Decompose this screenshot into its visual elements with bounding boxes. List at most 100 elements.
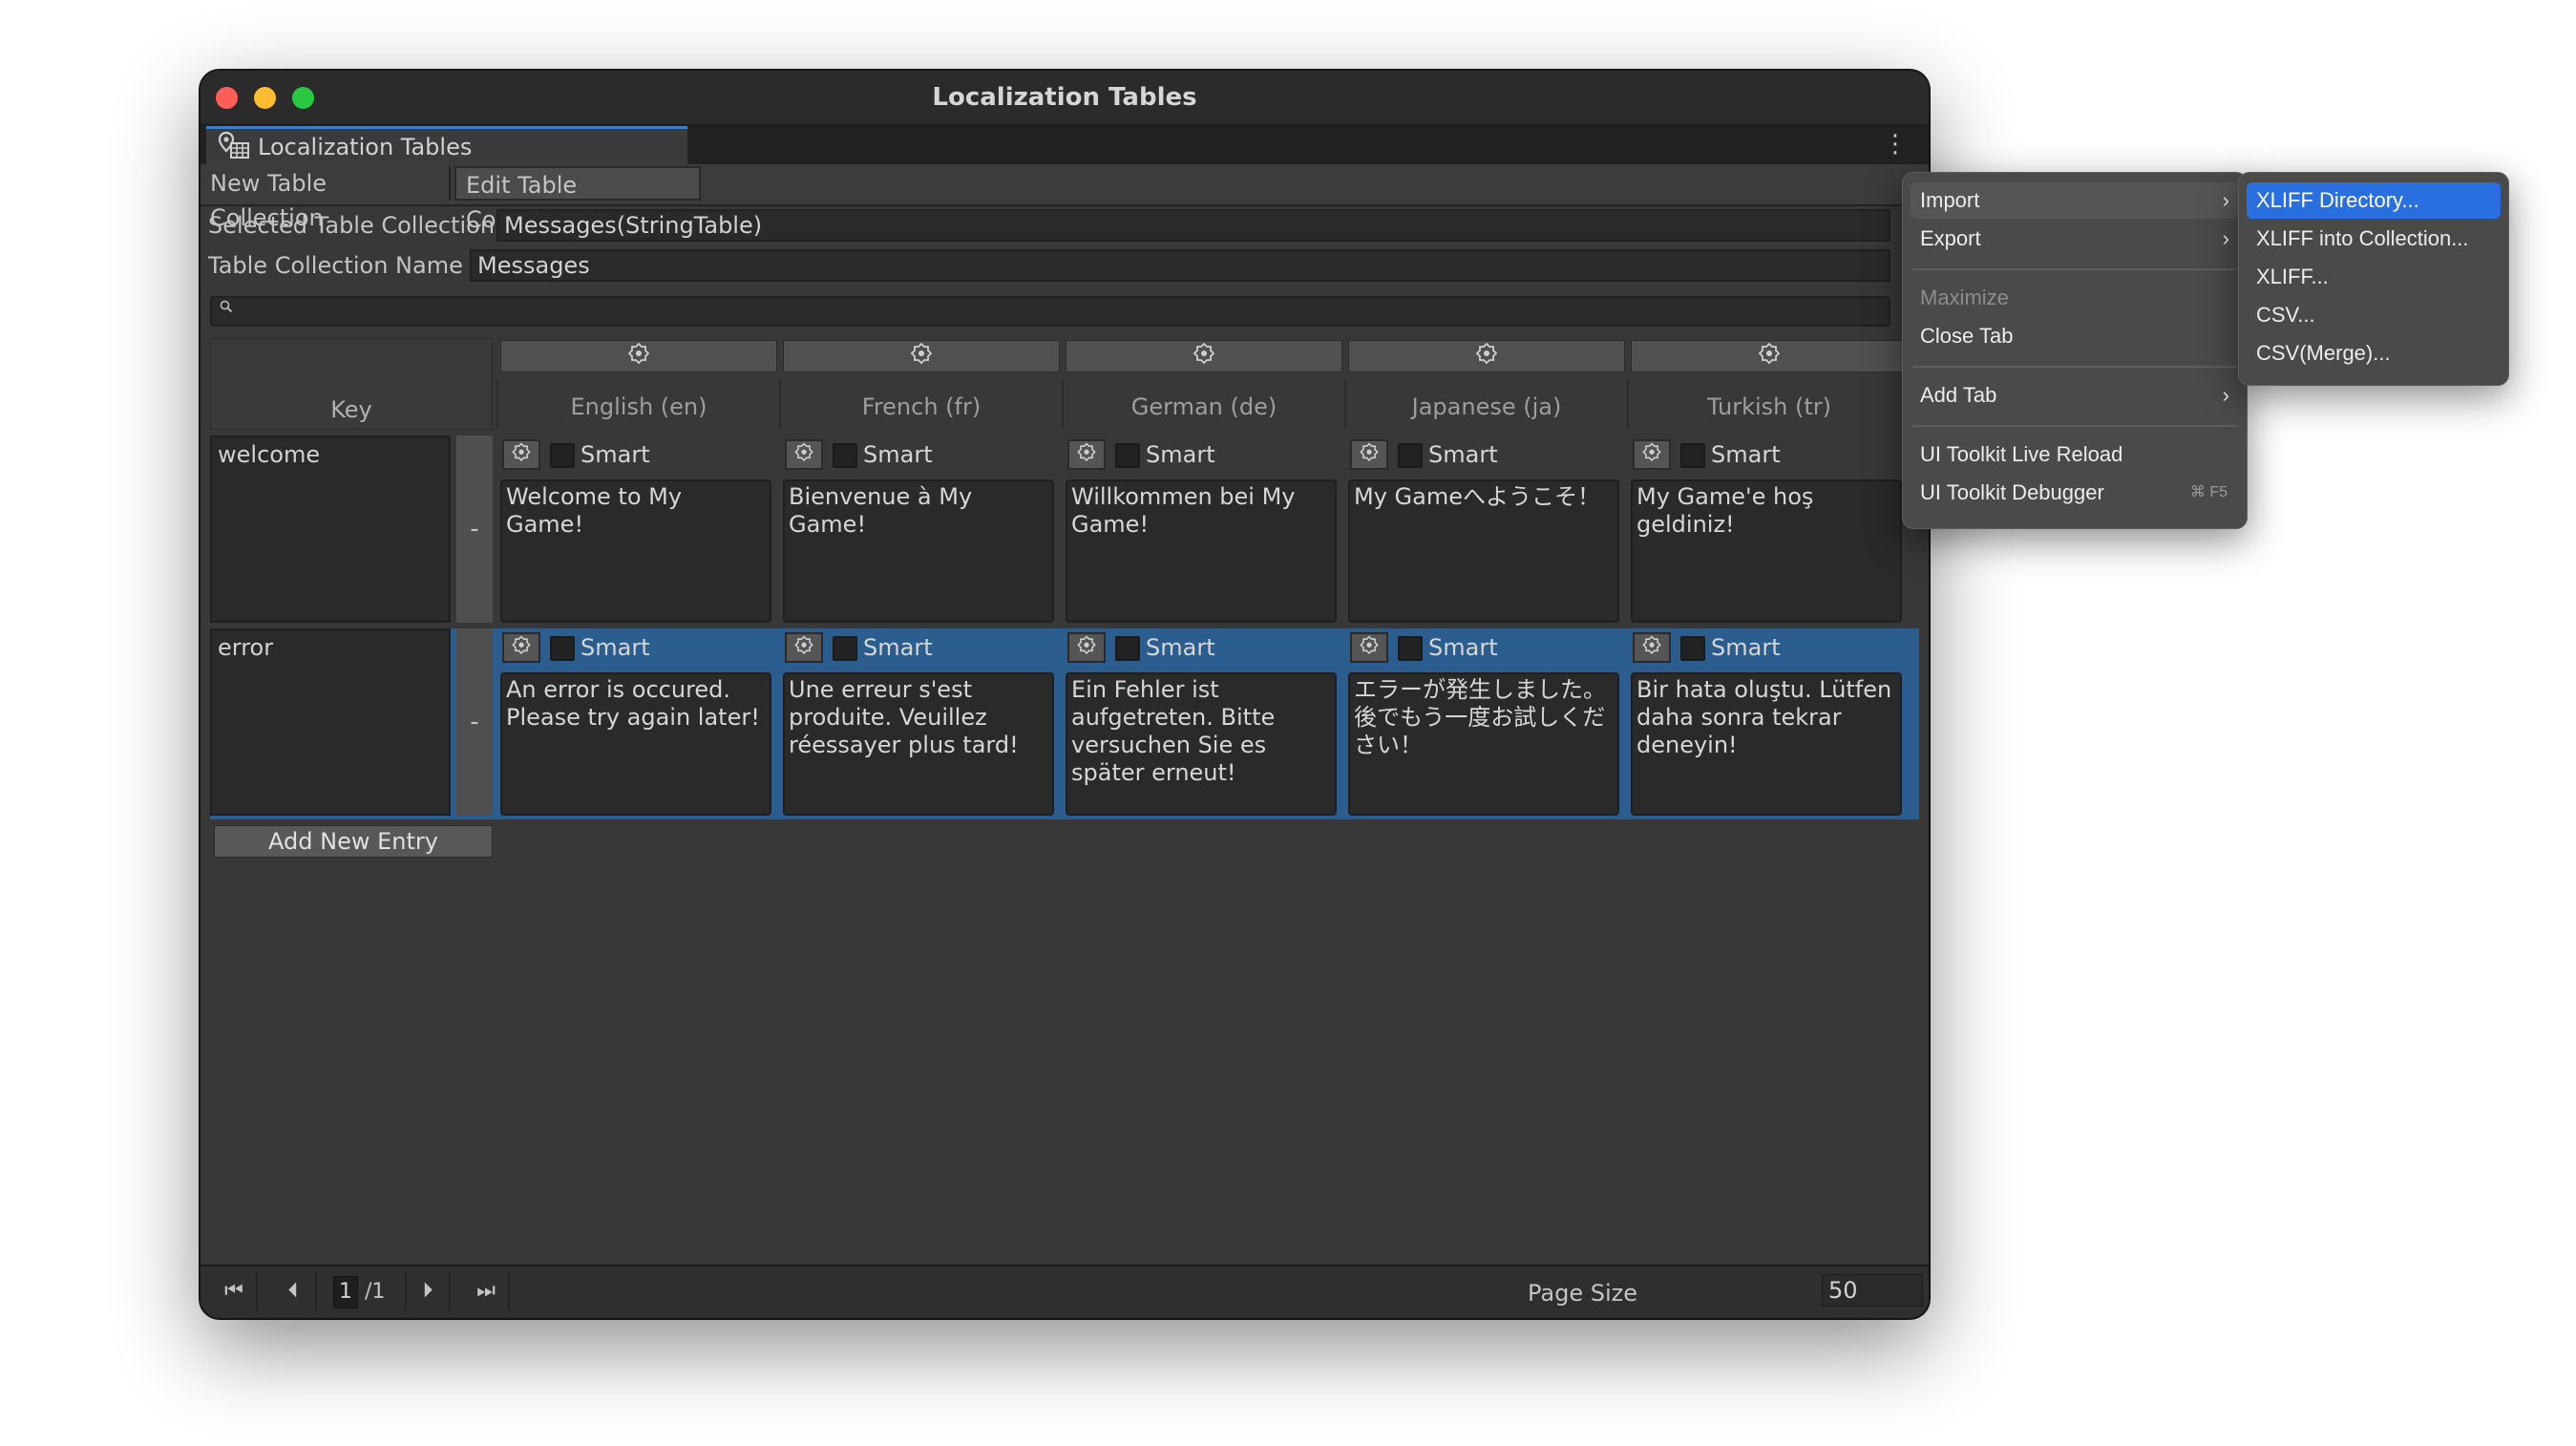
translation-text-field[interactable]: Une erreur s'est produite. Veuillez rées… [783, 672, 1054, 816]
entry-settings-icon[interactable] [1633, 439, 1671, 470]
menu-item-close-tab[interactable]: Close Tab [1911, 318, 2239, 354]
new-table-collection-tab[interactable]: New Table Collection [201, 166, 451, 231]
title-bar: Localization Tables [201, 71, 1929, 126]
submenu-item-xliff[interactable]: XLIFF... [2247, 259, 2501, 295]
translation-cell-ja: Smart エラーが発生しました。後でもう一度お試しください！ [1344, 628, 1627, 819]
translation-cell-en: Smart Welcome to My Game! [496, 436, 779, 627]
locale-settings-icon[interactable] [783, 340, 1060, 372]
translation-text-field[interactable]: Welcome to My Game! [500, 479, 771, 623]
last-page-icon[interactable]: ⏭ [464, 1272, 510, 1310]
entry-settings-icon[interactable] [785, 439, 823, 470]
selected-collection-row: Selected Table Collection Messages(Strin… [201, 206, 1929, 245]
translation-text-field[interactable]: Bienvenue à My Game! [783, 479, 1054, 623]
menu-item-export[interactable]: Export › [1911, 221, 2239, 257]
translation-cell-fr: Smart Une erreur s'est produite. Veuille… [779, 628, 1062, 819]
locale-settings-icon[interactable] [500, 340, 777, 372]
search-input[interactable] [210, 296, 1890, 327]
menu-item-ui-debugger[interactable]: UI Toolkit Debugger ⌘ F5 [1911, 475, 2239, 511]
tab-localization-tables[interactable]: Localization Tables [206, 126, 687, 164]
submenu-item-csv-merge[interactable]: CSV(Merge)... [2247, 335, 2501, 372]
table-row-selected[interactable]: error - Smart An error is occured. Pleas… [210, 628, 1919, 819]
remove-entry-button[interactable]: - [456, 436, 493, 623]
entry-settings-icon[interactable] [502, 632, 540, 663]
translation-text-field[interactable]: Bir hata oluştu. Lütfen daha sonra tekra… [1631, 672, 1902, 816]
submenu-item-xliff-into-collection[interactable]: XLIFF into Collection... [2247, 221, 2501, 257]
collection-name-field[interactable]: Messages [470, 249, 1890, 282]
entry-settings-icon[interactable] [1350, 439, 1388, 470]
submenu-item-xliff-directory[interactable]: XLIFF Directory... [2247, 182, 2501, 219]
menu-item-import[interactable]: Import › [1911, 182, 2239, 219]
page-size-field[interactable]: 50 [1822, 1274, 1923, 1307]
key-header-label: Key [330, 396, 372, 423]
smart-label: Smart [1711, 634, 1781, 661]
smart-checkbox[interactable] [1115, 443, 1140, 468]
translation-text-field[interactable]: My Game'e hoş geldiniz! [1631, 479, 1902, 623]
smart-checkbox[interactable] [550, 636, 575, 661]
translation-text-field[interactable]: Ein Fehler ist aufgetreten. Bitte versuc… [1066, 672, 1337, 816]
smart-label: Smart [1711, 441, 1781, 468]
smart-label: Smart [1146, 634, 1215, 661]
menu-separator [1912, 268, 2237, 270]
smart-checkbox[interactable] [1398, 443, 1423, 468]
smart-checkbox[interactable] [833, 443, 857, 468]
smart-label: Smart [863, 441, 933, 468]
smart-label: Smart [581, 441, 650, 468]
entry-settings-icon[interactable] [1633, 632, 1671, 663]
locale-settings-icon[interactable] [1348, 340, 1625, 372]
table-row[interactable]: welcome - Smart Welcome to My Game! Smar… [210, 436, 1919, 627]
language-header-fr: French (fr) [779, 338, 1062, 430]
menu-item-add-tab[interactable]: Add Tab › [1911, 377, 2239, 414]
localization-tables-window: Localization Tables Localization Tables … [201, 71, 1929, 1318]
menu-separator [1912, 425, 2237, 427]
smart-checkbox[interactable] [1398, 636, 1423, 661]
translation-cell-de: Smart Willkommen bei My Game! [1062, 436, 1344, 627]
chevron-right-icon: › [2222, 188, 2229, 212]
entry-settings-icon[interactable] [1350, 632, 1388, 663]
locale-settings-icon[interactable] [1066, 340, 1342, 372]
translation-text-field[interactable]: エラーが発生しました。後でもう一度お試しください！ [1348, 672, 1619, 816]
translation-cell-fr: Smart Bienvenue à My Game! [779, 436, 1062, 627]
first-page-icon[interactable]: ⏮ [212, 1272, 258, 1310]
entry-settings-icon[interactable] [1067, 632, 1106, 663]
translation-text-field[interactable]: An error is occured. Please try again la… [500, 672, 771, 816]
smart-checkbox[interactable] [1680, 443, 1705, 468]
next-page-icon[interactable]: ⏵ [405, 1272, 451, 1310]
previous-page-icon[interactable]: ⏴ [271, 1272, 317, 1310]
entry-settings-icon[interactable] [502, 439, 540, 470]
language-name: French (fr) [779, 380, 1062, 428]
key-field[interactable]: error [210, 628, 451, 816]
remove-entry-button[interactable]: - [456, 628, 493, 816]
locale-settings-icon[interactable] [1631, 340, 1908, 372]
more-options-icon[interactable]: ⋮ [1883, 132, 1908, 157]
shortcut-hint: ⌘ F5 [2189, 484, 2228, 500]
language-name: English (en) [496, 380, 779, 428]
language-header-en: English (en) [496, 338, 779, 430]
collection-name-label: Table Collection Name [208, 252, 463, 279]
menu-item-label: Export [1920, 226, 1981, 250]
translation-text-field[interactable]: Willkommen bei My Game! [1066, 479, 1337, 623]
smart-checkbox[interactable] [833, 636, 857, 661]
entry-settings-icon[interactable] [785, 632, 823, 663]
smart-checkbox[interactable] [1115, 636, 1140, 661]
submenu-item-csv[interactable]: CSV... [2247, 297, 2501, 333]
language-name: German (de) [1062, 380, 1344, 428]
menu-item-live-reload[interactable]: UI Toolkit Live Reload [1911, 436, 2239, 473]
page-number-field[interactable]: 1 [333, 1276, 358, 1308]
entry-settings-icon[interactable] [1067, 439, 1106, 470]
language-header-ja: Japanese (ja) [1344, 338, 1627, 430]
smart-checkbox[interactable] [550, 443, 575, 468]
selected-collection-dropdown[interactable]: Messages(StringTable) [496, 209, 1890, 242]
collection-name-row: Table Collection Name Messages [201, 246, 1929, 285]
tab-label: Localization Tables [258, 133, 473, 160]
chevron-right-icon: › [2222, 226, 2229, 250]
edit-table-collection-tab[interactable]: Edit Table Collection [454, 166, 701, 233]
menu-item-label: Maximize [1920, 286, 2009, 309]
key-field[interactable]: welcome [210, 436, 451, 623]
chevron-right-icon: › [2222, 383, 2229, 407]
add-new-entry-button[interactable]: Add New Entry [214, 825, 493, 858]
translation-text-field[interactable]: My Gameへようこそ！ [1348, 479, 1619, 623]
translation-cell-en: Smart An error is occured. Please try ag… [496, 628, 779, 819]
selected-collection-label: Selected Table Collection [208, 212, 496, 239]
smart-checkbox[interactable] [1680, 636, 1705, 661]
localization-table-icon [218, 131, 250, 163]
